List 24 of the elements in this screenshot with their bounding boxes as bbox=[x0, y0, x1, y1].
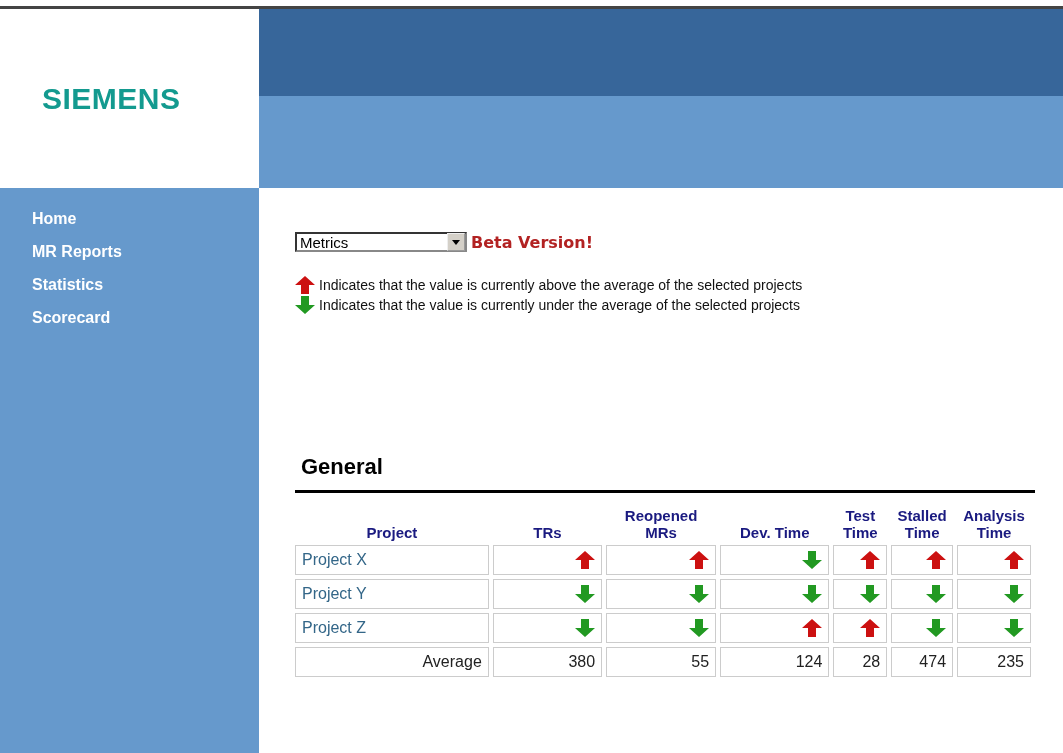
column-header: Stalled Time bbox=[896, 507, 948, 541]
caret-icon bbox=[452, 239, 460, 245]
column-header: Reopened MRs bbox=[623, 507, 699, 541]
logo: SIEMENS bbox=[42, 81, 181, 116]
project-link[interactable]: Project Z bbox=[295, 613, 489, 643]
section-title: General bbox=[300, 454, 383, 480]
column-header: Project bbox=[365, 523, 419, 541]
project-link[interactable]: Project X bbox=[295, 545, 489, 575]
table-cell: 55 bbox=[606, 647, 717, 677]
table-cell: 380 bbox=[492, 647, 603, 677]
column-header: Analysis Time bbox=[962, 507, 1026, 541]
metric-dropdown[interactable]: Metrics bbox=[295, 232, 467, 252]
table-cell: Average bbox=[295, 647, 489, 677]
table-cell: 235 bbox=[957, 647, 1031, 677]
column-header: TRs bbox=[532, 523, 563, 541]
project-link[interactable]: Project Y bbox=[295, 579, 489, 609]
table-cell: 124 bbox=[720, 647, 830, 677]
table-cell: 474 bbox=[891, 647, 954, 677]
table-cell: 28 bbox=[833, 647, 888, 677]
legend-text: Indicates that the value is currently above the average of the selected projects bbox=[319, 277, 803, 293]
legend-text: Indicates that the value is currently under the average of the selected projects bbox=[319, 297, 800, 313]
column-header: Test Time bbox=[841, 507, 879, 541]
beta-label: Beta Version! bbox=[471, 232, 593, 252]
column-header: Dev. Time bbox=[739, 523, 811, 541]
